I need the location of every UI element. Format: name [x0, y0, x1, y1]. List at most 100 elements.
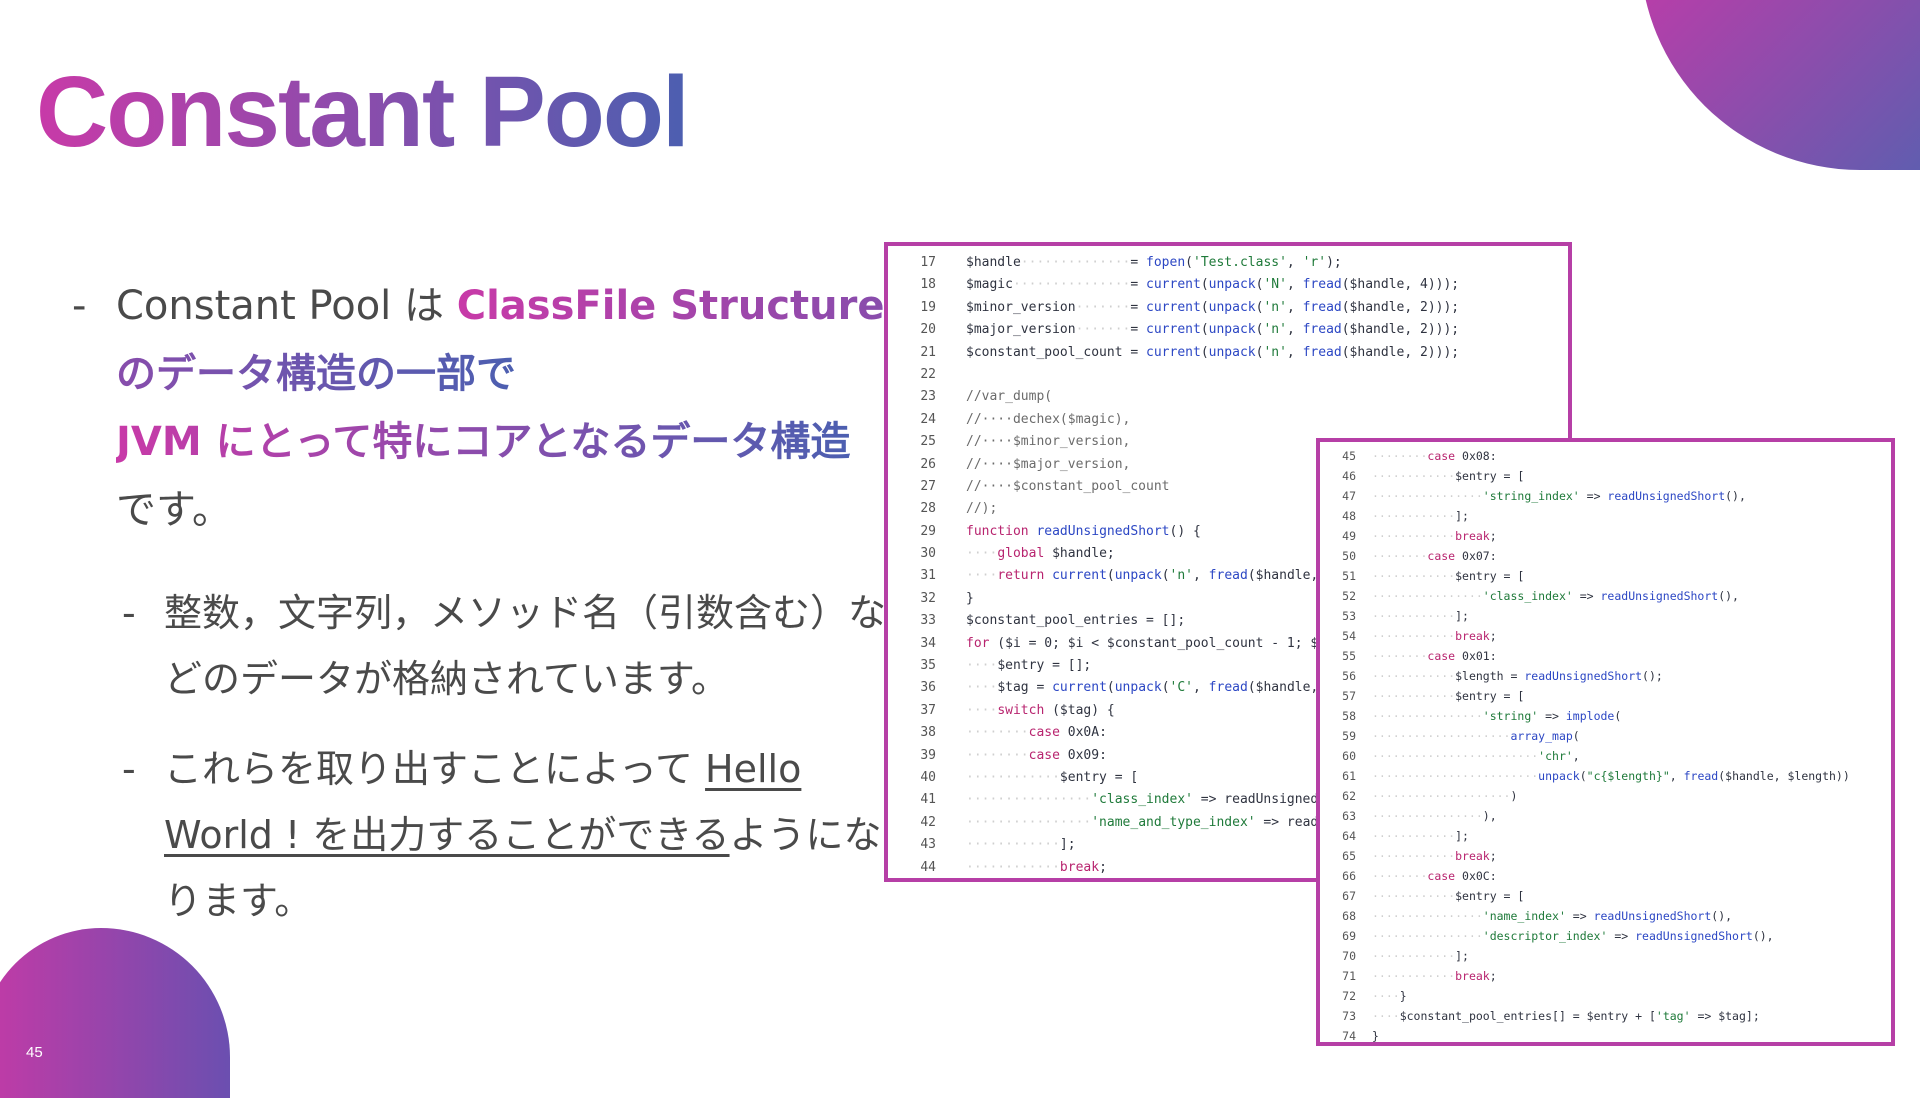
bullet-text-end: です。: [116, 487, 232, 533]
code-text: }: [1372, 1029, 1379, 1043]
code-text: ····}: [1372, 989, 1407, 1003]
line-number: 33: [920, 613, 936, 629]
code-text: ····return current(unpack('n', fread($ha…: [966, 568, 1319, 584]
code-line: 61 ························unpack("c{$len…: [1320, 766, 1891, 786]
line-number: 53: [1342, 609, 1356, 623]
bullet-dash: -: [72, 283, 87, 329]
line-number: 60: [1342, 749, 1356, 763]
line-number: 74: [1342, 1029, 1356, 1043]
code-text: //····dechex($magic),: [966, 411, 1131, 427]
line-number: 24: [920, 411, 936, 427]
line-number: 64: [1342, 829, 1356, 843]
line-number: 46: [1342, 469, 1356, 483]
line-number: 70: [1342, 949, 1356, 963]
code-text: ····················): [1372, 789, 1518, 803]
line-number: 65: [1342, 849, 1356, 863]
code-text: ····················array_map(: [1372, 729, 1580, 743]
code-text: ············break;: [1372, 529, 1497, 543]
line-number: 36: [920, 680, 936, 696]
line-number: 63: [1342, 809, 1356, 823]
code-text: ················'string' => implode(: [1372, 709, 1622, 723]
code-line: 18 $magic···············= current(unpack(…: [888, 274, 1568, 296]
line-number: 69: [1342, 929, 1356, 943]
code-line: 58 ················'string' => implode(: [1320, 706, 1891, 726]
code-text: ························unpack("c{$lengt…: [1372, 769, 1850, 783]
code-text: ················'name_and_type_index' =>…: [966, 814, 1319, 830]
code-text: ················'string_index' => readUn…: [1372, 489, 1746, 503]
code-text: $major_version·······= current(unpack('n…: [966, 322, 1460, 338]
code-text: $handle··············= fopen('Test.class…: [966, 255, 1342, 270]
code-text: ························'chr',: [1372, 749, 1580, 763]
code-text: ················'name_index' => readUnsi…: [1372, 909, 1733, 923]
line-number: 23: [920, 389, 936, 405]
code-text: ········case 0x09:: [966, 747, 1107, 763]
slide-title: Constant Pool: [36, 52, 690, 172]
code-line: 56 ············$length = readUnsignedShor…: [1320, 666, 1891, 686]
code-line: 65 ············break;: [1320, 846, 1891, 866]
line-number: 54: [1342, 629, 1356, 643]
code-screenshot-lines-45-74: 45 ········case 0x08: 46 ············$entry…: [1316, 438, 1895, 1046]
corner-decoration-top-right: [1640, 0, 1920, 170]
code-text: $minor_version·······= current(unpack('n…: [966, 299, 1460, 315]
line-number: 44: [920, 859, 936, 875]
code-line: 24 //····dechex($magic),: [888, 409, 1568, 431]
code-line: 19 $minor_version·······= current(unpack(…: [888, 297, 1568, 319]
code-line: 57 ············$entry = [: [1320, 686, 1891, 706]
line-number: 67: [1342, 889, 1356, 903]
bullet-data-stored: - 整数，文字列，メソッド名（引数含む）などのデータが格納されています。: [72, 580, 892, 712]
code-line: 72 ····}: [1320, 986, 1891, 1006]
line-number: 68: [1342, 909, 1356, 923]
line-number: 73: [1342, 1009, 1356, 1023]
code-text: //var_dump(: [966, 389, 1053, 405]
code-line: 59 ····················array_map(: [1320, 726, 1891, 746]
code-text: for ($i = 0; $i < $constant_pool_count -…: [966, 635, 1319, 651]
line-number: 47: [1342, 489, 1356, 503]
line-number: 45: [1342, 449, 1356, 463]
code-text: ················'class_index' => readUns…: [1372, 589, 1739, 603]
line-number: 50: [1342, 549, 1356, 563]
line-number: 38: [920, 725, 936, 741]
line-number: 27: [920, 478, 936, 494]
line-number: 40: [920, 769, 936, 785]
code-line: 67 ············$entry = [: [1320, 886, 1891, 906]
code-text: ········case 0x0C:: [1372, 869, 1497, 883]
line-number: 18: [920, 277, 936, 293]
code-text: ············];: [1372, 509, 1469, 523]
code-line: 20 $major_version·······= current(unpack(…: [888, 319, 1568, 341]
code-text: ············$entry = [: [1372, 569, 1525, 583]
page-number: 45: [26, 1044, 43, 1061]
line-number: 21: [920, 344, 936, 360]
code-line: 17 $handle··············= fopen('Test.cla…: [888, 252, 1568, 274]
line-number: 71: [1342, 969, 1356, 983]
line-number: 22: [920, 366, 936, 382]
code-line: 53 ············];: [1320, 606, 1891, 626]
code-line: 51 ············$entry = [: [1320, 566, 1891, 586]
line-number: 56: [1342, 669, 1356, 683]
code-line: 46 ············$entry = [: [1320, 466, 1891, 486]
line-number: 37: [920, 702, 936, 718]
code-text: ············];: [1372, 949, 1469, 963]
code-text: ············break;: [1372, 969, 1497, 983]
line-number: 52: [1342, 589, 1356, 603]
code-text: ············];: [1372, 609, 1469, 623]
corner-decoration-bottom-left: [0, 928, 230, 1098]
code-text: ····$tag = current(unpack('C', fread($ha…: [966, 680, 1319, 696]
line-number: 51: [1342, 569, 1356, 583]
code-text: ············];: [1372, 829, 1469, 843]
code-text: ················'descriptor_index' => re…: [1372, 929, 1774, 943]
code-text: ············$entry = [: [1372, 889, 1525, 903]
code-text: ············$entry = [: [966, 769, 1139, 785]
code-line: 70 ············];: [1320, 946, 1891, 966]
line-number: 58: [1342, 709, 1356, 723]
line-number: 34: [920, 635, 936, 651]
line-number: 42: [920, 814, 936, 830]
code-line: 47 ················'string_index' => read…: [1320, 486, 1891, 506]
line-number: 66: [1342, 869, 1356, 883]
code-text: ····switch ($tag) {: [966, 702, 1115, 718]
line-number: 62: [1342, 789, 1356, 803]
code-line: 48 ············];: [1320, 506, 1891, 526]
code-line: 74}: [1320, 1026, 1891, 1043]
code-text: ················),: [1372, 809, 1497, 823]
line-number: 19: [920, 299, 936, 315]
highlight-jvm-core: JVM にとって特にコアとなるデータ構造: [116, 419, 851, 465]
